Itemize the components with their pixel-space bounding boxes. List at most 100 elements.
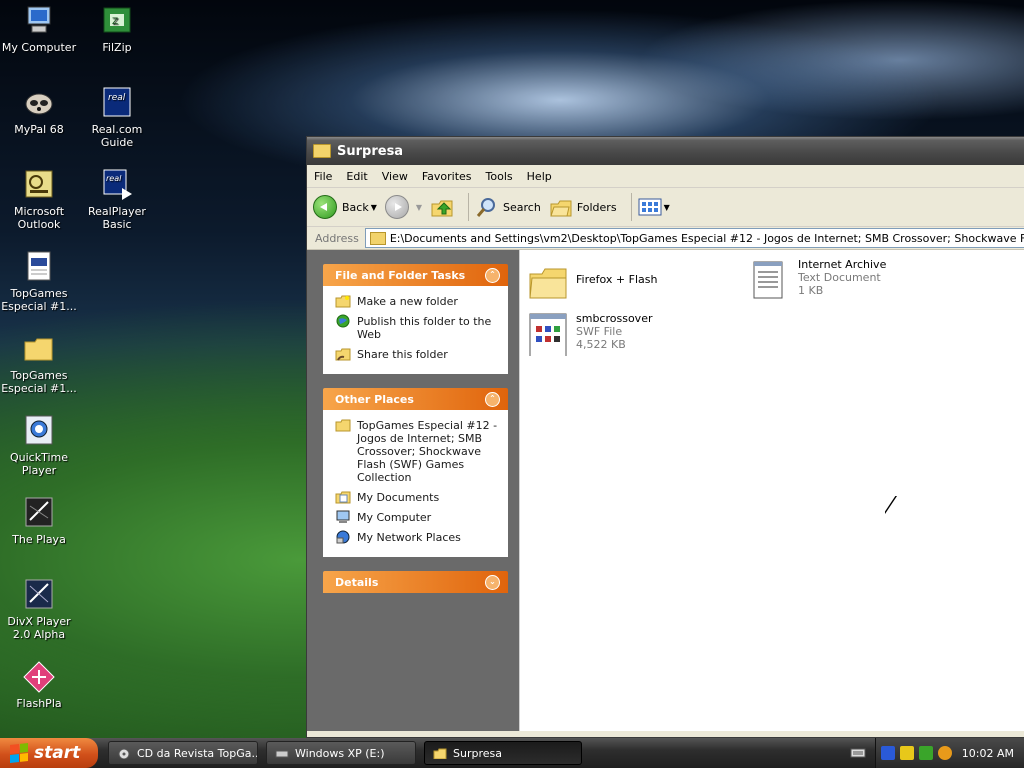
taskbar-button-windows-xp[interactable]: Windows XP (E:) xyxy=(266,741,416,765)
file-size: 1 KB xyxy=(798,284,824,297)
computer-icon xyxy=(336,510,350,523)
folder-icon xyxy=(313,144,331,158)
swf-file-icon xyxy=(529,313,567,356)
safely-remove-icon[interactable] xyxy=(919,746,933,760)
desktop-icon-flashpla[interactable]: FlashPla xyxy=(0,660,78,710)
up-folder-icon xyxy=(431,200,453,217)
desktop-icon-divx[interactable]: DivX Player 2.0 Alpha xyxy=(0,578,78,641)
desktop-icon-mypal[interactable]: MyPal 68 xyxy=(0,86,78,136)
chevron-down-icon[interactable]: ▼ xyxy=(416,203,422,212)
file-type: Text Document xyxy=(798,271,881,284)
search-icon[interactable] xyxy=(938,746,952,760)
desktop-icon-outlook[interactable]: Microsoft Outlook xyxy=(0,168,78,231)
place-label: My Computer xyxy=(357,511,432,524)
place-topgames-folder[interactable]: TopGames Especial #12 - Jogos de Interne… xyxy=(335,419,500,484)
menu-tools[interactable]: Tools xyxy=(479,170,520,183)
menu-edit[interactable]: Edit xyxy=(339,170,374,183)
collapse-icon[interactable]: ⌃ xyxy=(485,391,500,407)
back-button[interactable]: Back ▼ xyxy=(313,195,377,219)
file-item-firefox-flash[interactable]: Firefox + Flash xyxy=(528,260,657,304)
desktop-icon-the-playa[interactable]: The Playa xyxy=(0,496,78,546)
menu-favorites[interactable]: Favorites xyxy=(415,170,479,183)
menu-help[interactable]: Help xyxy=(520,170,559,183)
panel-header[interactable]: Details ⌄ xyxy=(323,571,508,593)
desktop-icon-topgames-doc[interactable]: TopGames Especial #1... xyxy=(0,250,78,313)
file-folder-tasks-panel: File and Folder Tasks ⌃ Make a new folde… xyxy=(323,264,508,374)
menu-view[interactable]: View xyxy=(375,170,415,183)
file-item-internet-archive[interactable]: Internet Archive Text Document 1 KB xyxy=(750,258,886,302)
cd-icon xyxy=(118,748,130,759)
taskbar-button-label: Surpresa xyxy=(453,746,502,760)
title-bar[interactable]: Surpresa xyxy=(307,137,1024,165)
start-button[interactable]: start xyxy=(0,738,98,768)
expand-icon[interactable]: ⌄ xyxy=(485,574,500,590)
up-folder-button[interactable] xyxy=(430,195,454,219)
folder-icon xyxy=(369,231,386,245)
search-label: Search xyxy=(503,200,541,214)
address-bar: Address E:\Documents and Settings\vm2\De… xyxy=(307,227,1024,250)
forward-button[interactable]: ▼ xyxy=(384,195,422,219)
desktop-icon-label: Real.com Guide xyxy=(91,123,143,149)
panel-header[interactable]: Other Places ⌃ xyxy=(323,388,508,410)
folder-icon xyxy=(433,748,447,759)
desktop-icon-real-guide[interactable]: real Real.com Guide xyxy=(78,86,156,149)
task-share-folder[interactable]: Share this folder xyxy=(335,348,500,361)
address-field[interactable]: E:\Documents and Settings\vm2\Desktop\To… xyxy=(364,228,1024,248)
other-places-panel: Other Places ⌃ TopGames Especial #12 - J… xyxy=(323,388,508,557)
panel-title: Details xyxy=(335,575,379,589)
back-arrow-icon xyxy=(313,195,337,219)
place-my-network[interactable]: My Network Places xyxy=(335,530,500,544)
chevron-down-icon[interactable]: ▼ xyxy=(664,203,670,212)
real-icon: real xyxy=(100,86,134,120)
task-publish-folder[interactable]: Publish this folder to the Web xyxy=(335,314,500,341)
svg-text:real: real xyxy=(108,93,126,103)
toolbar: Back ▼ ▼ Search Folders ▼ xyxy=(307,188,1024,227)
desktop-icon-filzip[interactable]: Z FilZip xyxy=(78,4,156,54)
flash-icon xyxy=(22,660,56,694)
forward-arrow-icon xyxy=(384,195,409,219)
mouse-cursor-icon xyxy=(884,495,896,513)
place-my-documents[interactable]: My Documents xyxy=(335,491,500,504)
chevron-down-icon[interactable]: ▼ xyxy=(371,203,377,212)
zip-icon: Z xyxy=(100,4,134,38)
desktop-icon-my-computer[interactable]: My Computer xyxy=(0,4,78,54)
address-value: E:\Documents and Settings\vm2\Desktop\To… xyxy=(389,231,1024,245)
desktop-icon-quicktime[interactable]: QuickTime Player xyxy=(0,414,78,477)
svg-text:real: real xyxy=(106,174,122,183)
keyboard-icon[interactable] xyxy=(850,747,866,759)
desktop-icon-label: FilZip xyxy=(102,41,132,54)
taskbar-button-cd-revista[interactable]: CD da Revista TopGa... xyxy=(108,741,258,765)
globe-icon xyxy=(336,314,350,328)
file-item-smbcrossover[interactable]: smbcrossover SWF File 4,522 KB xyxy=(528,312,652,356)
toolbar-separator xyxy=(468,193,470,221)
folder-icon xyxy=(335,419,351,432)
collapse-icon[interactable]: ⌃ xyxy=(485,267,500,283)
taskbar-button-surpresa[interactable]: Surpresa xyxy=(424,741,582,765)
documents-icon xyxy=(335,491,351,504)
clock[interactable]: 10:02 AM xyxy=(962,747,1014,760)
views-button[interactable]: ▼ xyxy=(638,197,670,217)
desktop-icon-topgames-folder[interactable]: TopGames Especial #1... xyxy=(0,332,78,395)
desktop-icon-realplayer[interactable]: real RealPlayer Basic xyxy=(78,168,156,231)
security-shield-icon[interactable] xyxy=(900,746,914,760)
menu-file[interactable]: File xyxy=(307,170,339,183)
address-label: Address xyxy=(315,231,359,245)
desktop-icon-label: MyPal 68 xyxy=(14,123,64,136)
taskbar-button-label: Windows XP (E:) xyxy=(295,746,385,760)
back-label: Back xyxy=(342,200,369,214)
quicktime-icon xyxy=(22,414,56,448)
task-make-new-folder[interactable]: Make a new folder xyxy=(335,295,500,308)
network-icon[interactable] xyxy=(881,746,895,760)
raccoon-icon xyxy=(22,86,56,120)
place-label: My Documents xyxy=(357,491,440,504)
place-label: My Network Places xyxy=(357,531,461,544)
player-icon xyxy=(22,496,56,530)
menu-bar: File Edit View Favorites Tools Help xyxy=(307,165,1024,188)
folders-button[interactable]: Folders xyxy=(549,196,617,218)
start-label: start xyxy=(34,743,81,763)
place-my-computer[interactable]: My Computer xyxy=(335,510,500,524)
search-button[interactable]: Search xyxy=(475,196,541,218)
panel-header[interactable]: File and Folder Tasks ⌃ xyxy=(323,264,508,286)
document-icon xyxy=(22,250,56,284)
windows-logo-icon xyxy=(10,743,28,763)
